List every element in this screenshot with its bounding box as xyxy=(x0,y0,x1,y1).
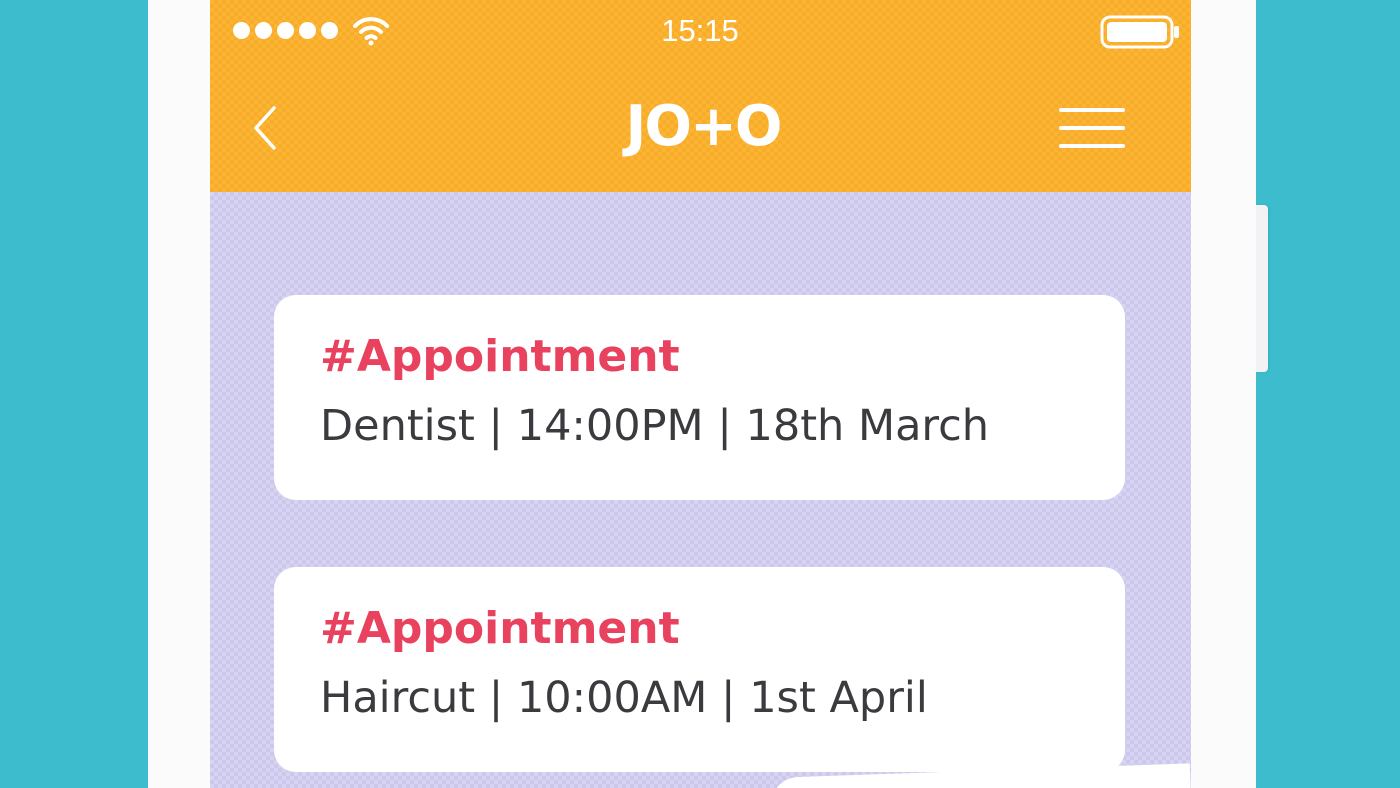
brand-logo[interactable]: JO+O xyxy=(596,97,810,157)
hamburger-menu-icon[interactable] xyxy=(1059,106,1127,150)
appointment-details: Dentist | 14:00PM | 18th March xyxy=(320,401,990,451)
chevron-left-icon[interactable] xyxy=(250,104,280,152)
appointment-card[interactable]: #Appointment Dentist | 14:00PM | 18th Ma… xyxy=(274,295,1125,500)
status-time: 15:15 xyxy=(661,13,739,48)
appointment-tag: #Appointment xyxy=(320,331,680,382)
app-screen: 15:15 JO+O #Appointment Dentist | 14:00P… xyxy=(210,0,1191,788)
wifi-icon xyxy=(353,17,389,46)
battery-icon xyxy=(1100,15,1179,49)
signal-dots-icon xyxy=(233,22,338,39)
appointment-details: Haircut | 10:00AM | 1st April xyxy=(320,673,928,723)
appointment-tag: #Appointment xyxy=(320,603,680,654)
phone-side-button xyxy=(1256,205,1268,372)
app-header: 15:15 JO+O xyxy=(210,0,1191,192)
appointment-card[interactable]: #Appointment Haircut | 10:00AM | 1st Apr… xyxy=(274,567,1125,772)
